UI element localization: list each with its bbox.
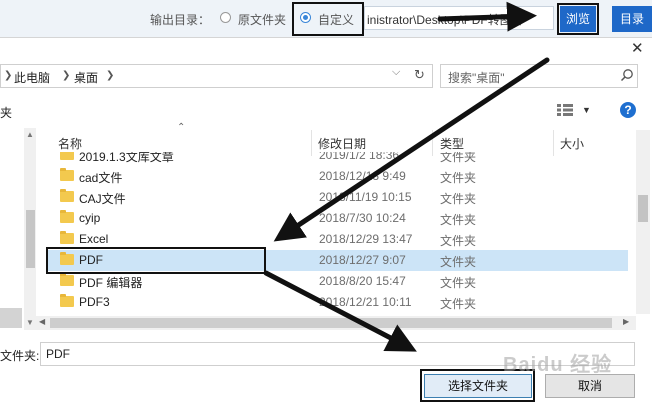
- annotation-arrows: [263, 1, 550, 352]
- arrow-to-pdf-folder: [273, 57, 550, 242]
- arrow-to-browse: [437, 1, 537, 32]
- arrow-to-select-button: [263, 270, 417, 352]
